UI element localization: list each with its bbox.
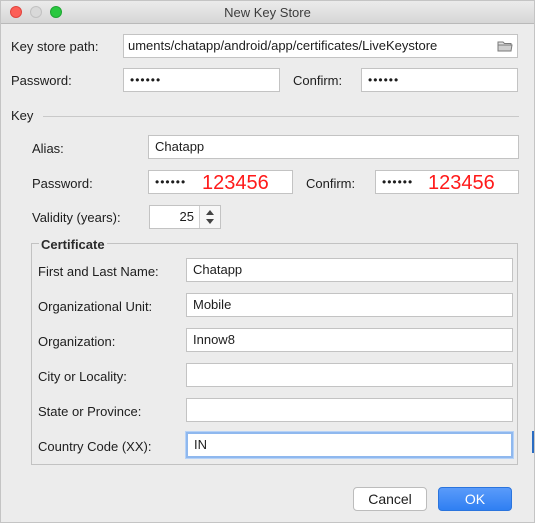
keystore-confirm-label: Confirm: xyxy=(293,73,343,88)
key-section-label: Key xyxy=(11,108,34,123)
title-bar: New Key Store xyxy=(1,1,534,24)
validity-stepper-arrows[interactable] xyxy=(199,206,220,228)
validity-spinner[interactable]: 25 xyxy=(149,205,221,229)
increment-arrow-icon[interactable] xyxy=(206,210,214,215)
keystore-password-label: Password: xyxy=(11,73,72,88)
ok-button[interactable]: OK xyxy=(438,487,512,511)
certificate-section-label: Certificate xyxy=(39,237,107,252)
organization-label: Organization: xyxy=(38,334,116,349)
org-unit-field[interactable]: Mobile xyxy=(186,293,513,317)
folder-icon[interactable] xyxy=(497,40,513,52)
new-key-store-dialog: New Key Store Key store path: uments/cha… xyxy=(0,0,535,523)
organization-field[interactable]: Innow8 xyxy=(186,328,513,352)
window-title: New Key Store xyxy=(224,5,311,20)
keystore-confirm-field[interactable]: •••••• xyxy=(361,68,518,92)
country-code-field[interactable]: IN xyxy=(186,432,513,458)
key-confirm-field[interactable]: •••••• 123456 xyxy=(375,170,519,194)
keystore-path-label: Key store path: xyxy=(11,39,99,54)
key-password-dots: •••••• xyxy=(155,175,187,189)
name-field[interactable]: Chatapp xyxy=(186,258,513,282)
validity-value: 25 xyxy=(179,209,194,224)
name-label: First and Last Name: xyxy=(38,264,159,279)
background-edge xyxy=(532,431,534,453)
keystore-path-field[interactable]: uments/chatapp/android/app/certificates/… xyxy=(123,34,518,58)
key-password-field[interactable]: •••••• 123456 xyxy=(148,170,293,194)
country-code-label: Country Code (XX): xyxy=(38,439,152,454)
alias-label: Alias: xyxy=(32,141,64,156)
city-field[interactable] xyxy=(186,363,513,387)
alias-field[interactable]: Chatapp xyxy=(148,135,519,159)
keystore-path-value: uments/chatapp/android/app/certificates/… xyxy=(128,38,438,53)
validity-label: Validity (years): xyxy=(32,210,121,225)
state-field[interactable] xyxy=(186,398,513,422)
key-confirm-dots: •••••• xyxy=(382,175,414,189)
key-confirm-label: Confirm: xyxy=(306,176,356,191)
keystore-password-field[interactable]: •••••• xyxy=(123,68,280,92)
key-password-annotation: 123456 xyxy=(202,172,269,194)
key-section-divider xyxy=(43,116,519,117)
city-label: City or Locality: xyxy=(38,369,127,384)
key-password-label: Password: xyxy=(32,176,93,191)
state-label: State or Province: xyxy=(38,404,142,419)
org-unit-label: Organizational Unit: xyxy=(38,299,153,314)
decrement-arrow-icon[interactable] xyxy=(206,219,214,224)
cancel-button[interactable]: Cancel xyxy=(353,487,427,511)
key-confirm-annotation: 123456 xyxy=(428,172,495,194)
